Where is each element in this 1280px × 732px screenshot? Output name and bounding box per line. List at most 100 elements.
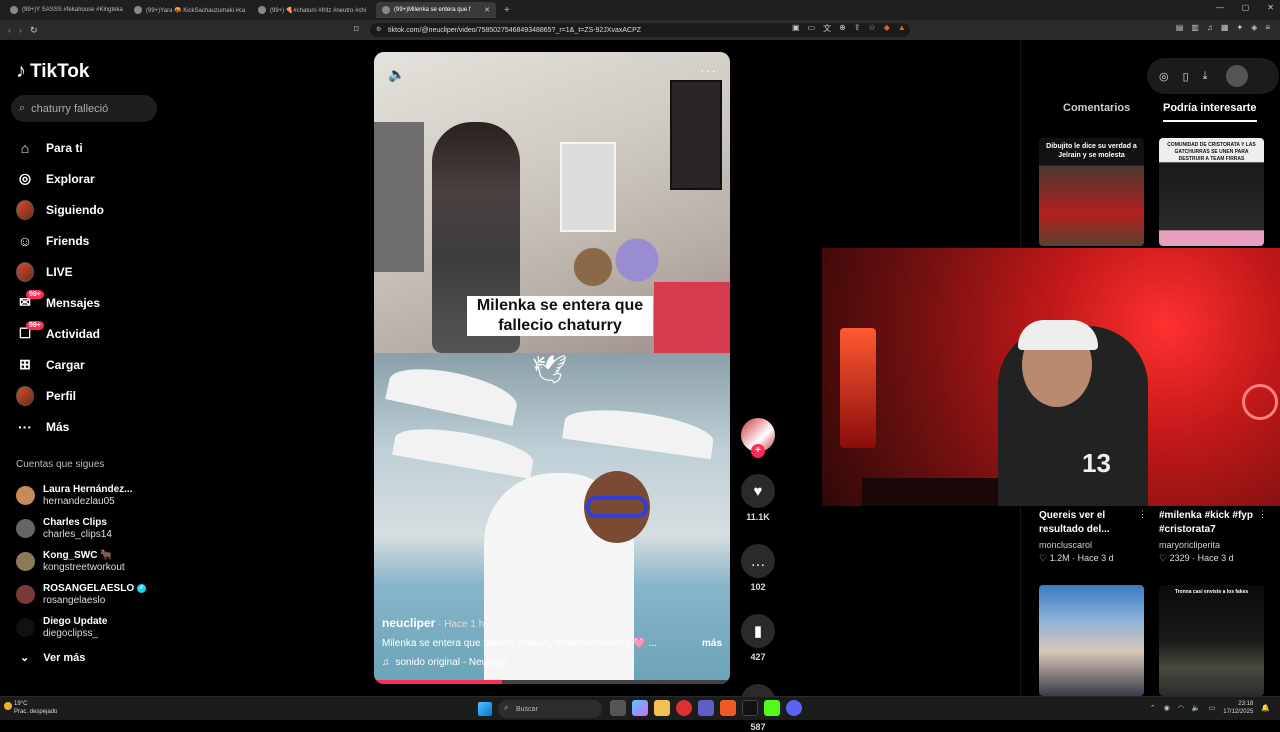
explore-icon[interactable]: ◎: [1159, 70, 1169, 83]
following-account[interactable]: Laura Hernández... hernandezlau05: [16, 479, 166, 512]
heart-icon[interactable]: ♥: [741, 474, 775, 508]
recommended-thumbnail[interactable]: COMUNIDAD DE CRISTORATA Y LAS GATCHURRAS…: [1159, 138, 1264, 246]
sidebar-item-9[interactable]: ··· Más: [16, 411, 166, 442]
maximize-icon[interactable]: ▢: [1242, 3, 1250, 12]
tiktok-logo[interactable]: ♪ TikTok: [16, 60, 89, 83]
wallet-icon[interactable]: ▤: [1176, 23, 1184, 32]
recommended-card-meta[interactable]: #milenka #kick #fyp #cristorata7 maryori…: [1159, 509, 1267, 564]
battery-icon[interactable]: ▭: [1209, 704, 1216, 712]
floating-stream-video[interactable]: 13: [822, 248, 1280, 506]
tiktok-app-icon[interactable]: [742, 700, 758, 716]
search-input[interactable]: ⌕ chaturry falleció: [11, 95, 157, 122]
vpn-icon[interactable]: ◈: [1251, 23, 1257, 32]
sidebar-item-4[interactable]: LIVE: [16, 256, 166, 287]
bookmark-icon[interactable]: ⌑: [354, 24, 359, 35]
close-window-icon[interactable]: ✕: [1267, 3, 1274, 12]
windows-start-icon[interactable]: [478, 702, 492, 716]
kick-icon[interactable]: [764, 700, 780, 716]
card-time: Hace 3 d: [1197, 553, 1234, 563]
back-icon[interactable]: ‹: [8, 25, 11, 35]
following-account[interactable]: ROSANGELAESLO ✓ rosangelaeslo: [16, 578, 166, 611]
volume-tray-icon[interactable]: 🔈: [1192, 704, 1201, 712]
sidebar-item-5[interactable]: ✉ 99+ Mensajes: [16, 287, 166, 318]
task-view-icon[interactable]: [610, 700, 626, 716]
copilot-icon[interactable]: [632, 700, 648, 716]
card-more-icon[interactable]: ⋮: [1258, 509, 1267, 520]
brave-rewards-icon[interactable]: ▲: [898, 23, 906, 34]
network-icon[interactable]: ◉: [1164, 704, 1170, 712]
sidebar-item-2[interactable]: Siguiendo: [16, 194, 166, 225]
author-name[interactable]: neucliper: [382, 616, 435, 630]
discord-icon[interactable]: [786, 700, 802, 716]
browser-tab[interactable]: (99+) 🍕#chaturri #fritz #neutro #chi: [252, 2, 372, 18]
sidebar-item-label: Actividad: [46, 326, 101, 341]
app-icon[interactable]: [676, 700, 692, 716]
extensions-icon[interactable]: ✦: [1236, 23, 1243, 32]
brave-icon[interactable]: [720, 700, 736, 716]
browser-tab[interactable]: (99+)Y SASSS #fekahouse #Kingteka: [4, 2, 124, 18]
recommended-thumbnail[interactable]: Dibujito le dice su verdad a Jelrain y s…: [1039, 138, 1144, 246]
card-more-icon[interactable]: ⋮: [1138, 509, 1147, 520]
close-tab-icon[interactable]: ✕: [484, 6, 490, 14]
more-options-icon[interactable]: ···: [700, 62, 717, 78]
reading-list-icon[interactable]: ▦: [1221, 23, 1229, 32]
wifi-icon[interactable]: ◠: [1178, 704, 1184, 712]
weather-widget[interactable]: 19°C Prac. despejado: [4, 700, 57, 716]
cast-icon[interactable]: ▭: [808, 23, 816, 34]
sidebar-item-6[interactable]: ☐ 99+ Actividad: [16, 318, 166, 349]
recommended-thumbnail[interactable]: [1039, 585, 1144, 696]
recommended-card-meta[interactable]: Quereis ver el resultado del... monclusc…: [1039, 509, 1147, 564]
teams-icon[interactable]: [698, 700, 714, 716]
video-player[interactable]: Milenka se entera que fallecio chaturry …: [374, 52, 730, 684]
reader-icon[interactable]: ▣: [792, 23, 800, 34]
sidebar-item-3[interactable]: ☺ Friends: [16, 225, 166, 256]
taskbar-search[interactable]: ⌕ Buscar: [498, 700, 602, 718]
creator-avatar[interactable]: +: [741, 418, 775, 458]
recommended-thumbnail[interactable]: Tronna casi enviste a los fakes: [1159, 585, 1264, 696]
follow-plus-icon[interactable]: +: [751, 444, 765, 458]
comment-icon[interactable]: …: [741, 544, 775, 578]
minimize-icon[interactable]: —: [1216, 3, 1224, 12]
clock[interactable]: 23:18 17/12/2025: [1223, 700, 1253, 716]
music-icon[interactable]: ♫: [1207, 23, 1213, 32]
translate-icon[interactable]: 文: [823, 23, 831, 34]
see-more-button[interactable]: ⌄ Ver más: [20, 651, 85, 665]
browser-tab-active[interactable]: (99+)Milenka se entera que f ✕: [376, 2, 496, 18]
new-tab-button[interactable]: +: [504, 5, 510, 16]
activity-icon: ☐ 99+: [16, 320, 44, 343]
sidebar-item-8[interactable]: Perfil: [16, 380, 166, 411]
forward-icon[interactable]: ›: [19, 25, 22, 35]
tab-recommended[interactable]: Podría interesarte: [1163, 100, 1257, 122]
menu-icon[interactable]: ≡: [1265, 23, 1270, 32]
zoom-icon[interactable]: ⊕: [839, 23, 846, 34]
chevron-up-icon[interactable]: ⌃: [1150, 704, 1156, 712]
sound-link[interactable]: ♫ sonido original - Neuclips: [382, 657, 722, 668]
umbrella-shape: [392, 421, 536, 479]
sidebar-item-0[interactable]: ⌂ Para ti: [16, 132, 166, 163]
sidebar-icon[interactable]: ▥: [1191, 23, 1199, 32]
bookmark-save-icon[interactable]: ▮: [741, 614, 775, 648]
taskbar-search-placeholder: Buscar: [516, 705, 538, 713]
volume-icon[interactable]: 🔈: [388, 66, 405, 83]
sidebar-item-1[interactable]: ◎ Explorar: [16, 163, 166, 194]
browser-tab[interactable]: (99+)Yara 🤬 KickSachauzumaki #ca: [128, 2, 248, 18]
site-info-icon[interactable]: ⚙: [376, 26, 381, 33]
following-account[interactable]: Charles Clips charles_clips14: [16, 512, 166, 545]
user-avatar[interactable]: [1225, 65, 1248, 87]
tab-comments[interactable]: Comentarios: [1063, 100, 1130, 116]
download-icon[interactable]: ⤓: [1203, 70, 1208, 83]
video-progress-bar[interactable]: [374, 680, 730, 684]
description-more-button[interactable]: más: [702, 638, 722, 649]
device-icon[interactable]: ▯: [1183, 70, 1189, 83]
file-explorer-icon[interactable]: [654, 700, 670, 716]
star-icon[interactable]: ☆: [869, 23, 876, 34]
save-action: ▮ 427: [740, 614, 776, 662]
following-account[interactable]: Kong_SWC 🐂 kongstreetworkout: [16, 545, 166, 578]
sidebar-item-7[interactable]: ⊞ Cargar: [16, 349, 166, 380]
brave-shield-icon[interactable]: ◆: [884, 23, 890, 34]
notification-bell-icon[interactable]: 🔔: [1261, 704, 1270, 712]
share-icon[interactable]: ⇪: [854, 23, 861, 34]
following-account[interactable]: Diego Update diegoclipss_: [16, 611, 166, 644]
reload-icon[interactable]: ↻: [30, 25, 38, 36]
address-bar-actions: ▣ ▭ 文 ⊕ ⇪ ☆ ◆ ▲: [792, 23, 906, 34]
